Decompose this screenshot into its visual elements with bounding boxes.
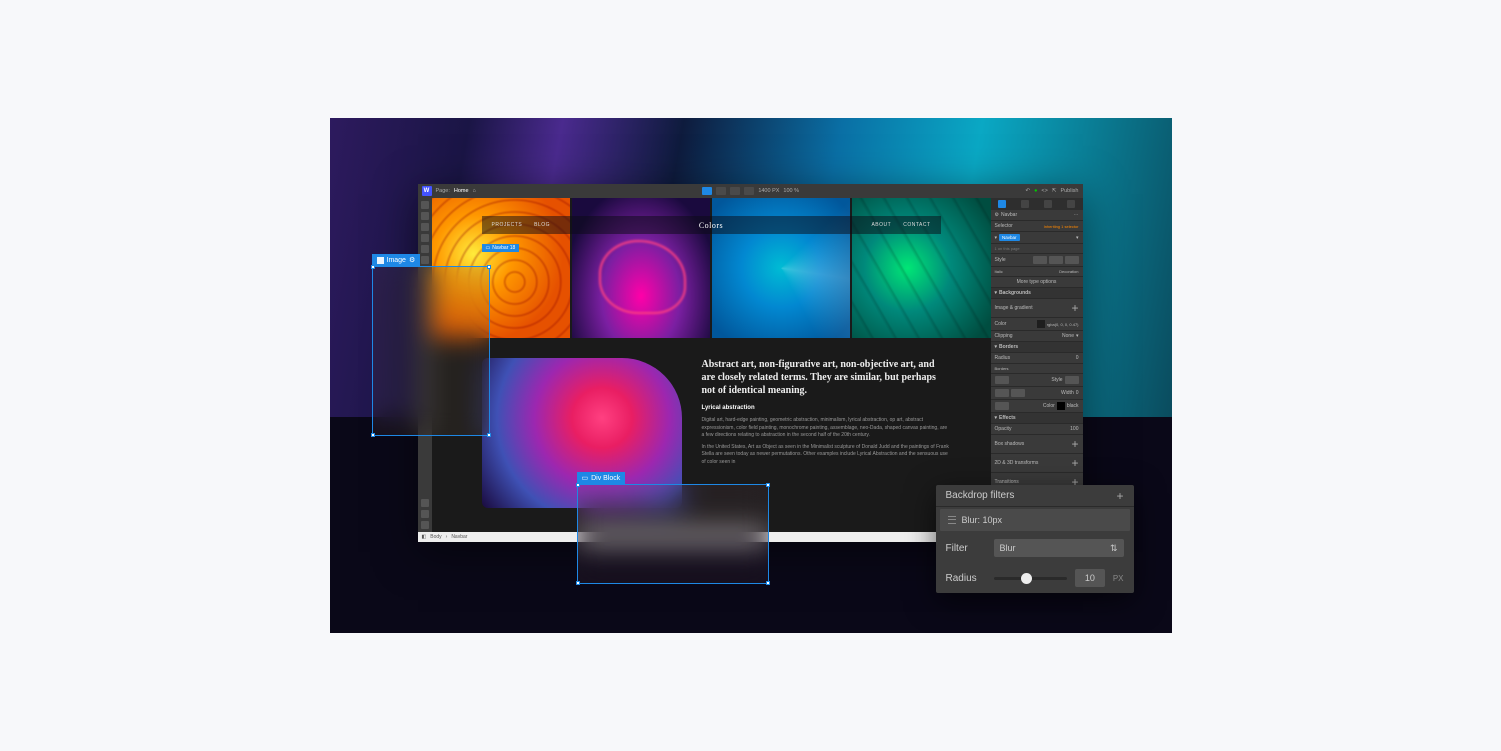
nav-link[interactable]: BLOG <box>534 222 550 228</box>
more-type-link[interactable]: More type options <box>1017 279 1057 285</box>
backdrop-filters-popout: Backdrop filters + Blur: 10px Filter Blu… <box>936 485 1134 593</box>
pages-icon[interactable] <box>421 212 429 220</box>
radius-slider[interactable] <box>994 577 1067 580</box>
div-selection-tag[interactable]: ▭ Div Block <box>577 472 626 484</box>
layout-tab-icon[interactable] <box>1067 200 1075 208</box>
border-side-button[interactable] <box>1011 389 1025 397</box>
heading[interactable]: Abstract art, non-figurative art, non-ob… <box>702 358 951 397</box>
add-transform-button[interactable]: + <box>1071 456 1078 470</box>
image-icon <box>377 257 384 264</box>
home-icon[interactable]: ⌂ <box>473 188 476 194</box>
add-icon[interactable] <box>421 201 429 209</box>
resize-handle[interactable] <box>766 483 770 487</box>
filter-label: Filter <box>946 543 986 554</box>
add-shadow-button[interactable]: + <box>1071 437 1078 451</box>
gear-icon[interactable]: ⚙ <box>995 212 999 218</box>
nav-link[interactable]: CONTACT <box>903 222 930 228</box>
video-icon[interactable] <box>421 499 429 507</box>
paragraph[interactable]: In the United States, Art as Object as s… <box>702 444 951 467</box>
caret-down-icon[interactable]: ▾ <box>995 415 998 421</box>
resize-handle[interactable] <box>576 581 580 585</box>
border-side-button[interactable] <box>995 389 1009 397</box>
status-icon: ● <box>1034 188 1037 194</box>
bp-button[interactable] <box>702 187 712 195</box>
caret-down-icon[interactable]: ▾ <box>995 290 998 296</box>
interactions-tab-icon[interactable] <box>1044 200 1052 208</box>
help-icon[interactable] <box>421 521 429 529</box>
color-swatch[interactable] <box>1057 402 1065 410</box>
radius-label: Radius <box>946 573 986 584</box>
gear-icon[interactable]: ⚙ <box>409 256 415 264</box>
box-icon: ▭ <box>582 474 589 482</box>
chevron-right-icon: › <box>446 534 448 540</box>
nav-icon[interactable] <box>421 223 429 231</box>
logo-icon[interactable]: W <box>422 186 432 196</box>
chevron-down-icon[interactable]: ▾ <box>1076 235 1079 241</box>
canvas-width[interactable]: 1400 PX <box>758 188 779 194</box>
image-selection-box[interactable] <box>372 266 490 436</box>
settings-tab-icon[interactable] <box>1021 200 1029 208</box>
caret-down-icon[interactable]: ▾ <box>995 344 998 350</box>
zoom-level[interactable]: 100 % <box>783 188 799 194</box>
resize-handle[interactable] <box>487 265 491 269</box>
code-icon[interactable]: <> <box>1041 188 1047 194</box>
resize-handle[interactable] <box>371 265 375 269</box>
topbar: W Page: Home ⌂ 1400 PX 100 % ↶ ● <> ⇱ Pu… <box>418 184 1083 198</box>
nav-toggle-icon[interactable]: ◧ <box>422 534 427 540</box>
settings-icon[interactable] <box>421 256 429 264</box>
radius-input[interactable]: 10 <box>1075 569 1105 587</box>
page-label: Page: <box>436 188 450 194</box>
subheading[interactable]: Lyrical abstraction <box>702 405 951 411</box>
resize-handle[interactable] <box>371 433 375 437</box>
state-icon[interactable]: ▾ <box>995 235 998 241</box>
style-panel: ⚙Navbar⋯ SelectorInheriting 1 selector ▾… <box>991 198 1083 532</box>
div-selection-box[interactable] <box>577 484 769 584</box>
select-arrows-icon: ⇅ <box>1110 543 1118 554</box>
border-style-button[interactable] <box>1065 376 1079 384</box>
border-side-button[interactable] <box>995 376 1009 384</box>
publish-button[interactable]: Publish <box>1060 188 1078 194</box>
popout-title: Backdrop filters <box>946 490 1015 501</box>
filter-item[interactable]: Blur: 10px <box>940 509 1130 531</box>
add-bg-button[interactable]: + <box>1071 301 1078 315</box>
class-tag[interactable]: Navbar <box>999 234 1020 241</box>
add-backdrop-filter-button[interactable]: + <box>1116 489 1123 503</box>
border-side-button[interactable] <box>995 402 1009 410</box>
drag-handle-icon[interactable] <box>948 515 956 525</box>
more-icon[interactable]: ⋯ <box>1074 212 1079 218</box>
bp-button[interactable] <box>716 187 726 195</box>
bp-button[interactable] <box>730 187 740 195</box>
nav-title[interactable]: Colors <box>699 221 723 230</box>
paragraph[interactable]: Digital art, hard-edge painting, geometr… <box>702 417 951 440</box>
chevron-down-icon[interactable]: ▾ <box>1076 333 1079 339</box>
undo-icon[interactable]: ↶ <box>1025 188 1030 194</box>
resize-handle[interactable] <box>576 483 580 487</box>
style-tab-icon[interactable] <box>998 200 1006 208</box>
image-selection-tag[interactable]: Image ⚙ <box>372 254 421 266</box>
italic-button[interactable] <box>1033 256 1047 264</box>
nav-link[interactable]: ABOUT <box>871 222 891 228</box>
site-navbar[interactable]: PROJECTS BLOG Colors ABOUT CONTACT <box>482 216 941 234</box>
selection-tag[interactable]: ▭ Navbar 18 <box>482 244 520 252</box>
underline-button[interactable] <box>1065 256 1079 264</box>
nav-link[interactable]: PROJECTS <box>492 222 523 228</box>
resize-handle[interactable] <box>487 433 491 437</box>
filter-type-select[interactable]: Blur ⇅ <box>994 539 1124 557</box>
bp-button[interactable] <box>744 187 754 195</box>
resize-handle[interactable] <box>766 581 770 585</box>
slider-thumb[interactable] <box>1021 573 1032 584</box>
crumb-item[interactable]: Navbar <box>451 534 467 540</box>
page-name[interactable]: Home <box>454 188 469 194</box>
assets-icon[interactable] <box>421 245 429 253</box>
cms-icon[interactable] <box>421 234 429 242</box>
box-icon: ▭ <box>486 245 491 251</box>
radius-unit[interactable]: PX <box>1113 574 1124 583</box>
audit-icon[interactable] <box>421 510 429 518</box>
strike-button[interactable] <box>1049 256 1063 264</box>
crumb-item[interactable]: Body <box>430 534 441 540</box>
color-swatch[interactable] <box>1037 320 1045 328</box>
canvas[interactable]: PROJECTS BLOG Colors ABOUT CONTACT ▭ Nav… <box>432 198 991 532</box>
export-icon[interactable]: ⇱ <box>1052 188 1057 194</box>
